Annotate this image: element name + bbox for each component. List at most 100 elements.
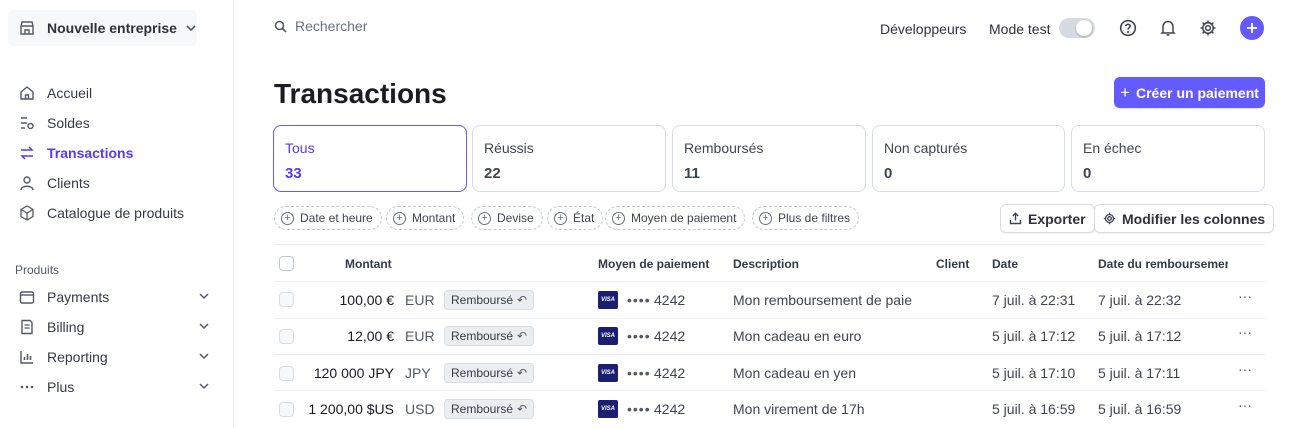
visa-card-icon: VISA bbox=[598, 327, 618, 345]
filter-chip-date[interactable]: + Date et heure bbox=[274, 206, 382, 230]
store-icon bbox=[18, 19, 36, 37]
sidebar-item-label: Soldes bbox=[47, 115, 90, 131]
row-more-icon[interactable]: ··· bbox=[1238, 397, 1252, 413]
test-mode-label: Mode test bbox=[989, 21, 1051, 37]
row-checkbox[interactable] bbox=[279, 366, 294, 381]
column-header-payment-method[interactable]: Moyen de paiement bbox=[598, 257, 709, 271]
sidebar-item-transactions[interactable]: Transactions bbox=[18, 142, 133, 164]
filter-card-failed[interactable]: En échec 0 bbox=[1071, 125, 1265, 192]
chevron-down-icon bbox=[198, 349, 210, 365]
row-description: Mon cadeau en yen bbox=[733, 365, 856, 381]
filter-chip-amount[interactable]: + Montant bbox=[386, 206, 465, 230]
sidebar-item-clients[interactable]: Clients bbox=[18, 172, 90, 194]
row-date: 5 juil. à 17:10 bbox=[992, 365, 1076, 381]
plus-circle-icon: + bbox=[554, 211, 567, 225]
sidebar-item-plus[interactable]: Plus bbox=[18, 376, 218, 398]
row-description: Mon cadeau en euro bbox=[733, 328, 862, 344]
filter-card-succeeded[interactable]: Réussis 22 bbox=[472, 125, 666, 192]
table-top-border bbox=[274, 244, 1265, 245]
chevron-down-icon bbox=[185, 22, 197, 34]
filter-card-all[interactable]: Tous 33 bbox=[273, 125, 467, 192]
chip-label: Date et heure bbox=[300, 211, 373, 225]
card-mask: •••• bbox=[627, 328, 651, 344]
sidebar-item-billing[interactable]: Billing bbox=[18, 316, 218, 338]
row-currency: EUR bbox=[405, 328, 435, 344]
filter-card-refunded[interactable]: Remboursés 11 bbox=[672, 125, 866, 192]
filter-label: Remboursés bbox=[684, 140, 764, 156]
bell-icon[interactable] bbox=[1157, 17, 1179, 39]
filter-chip-payment-method[interactable]: + Moyen de paiement bbox=[605, 206, 746, 230]
row-more-icon[interactable]: ··· bbox=[1238, 288, 1252, 304]
select-all-checkbox[interactable] bbox=[279, 256, 294, 271]
chip-label: Moyen de paiement bbox=[631, 211, 737, 225]
row-checkbox[interactable] bbox=[279, 402, 294, 417]
invoice-icon bbox=[18, 318, 36, 336]
chip-label: Devise bbox=[497, 211, 534, 225]
filter-card-uncaptured[interactable]: Non capturés 0 bbox=[872, 125, 1065, 192]
person-icon bbox=[18, 174, 36, 192]
return-arrow-icon: ↶ bbox=[517, 366, 528, 380]
visa-card-icon: VISA bbox=[598, 291, 618, 309]
row-checkbox[interactable] bbox=[279, 292, 294, 307]
row-refund-date: 5 juil. à 16:59 bbox=[1098, 401, 1182, 417]
search-input[interactable]: Rechercher bbox=[274, 18, 367, 34]
sidebar-item-label: Plus bbox=[47, 379, 75, 395]
column-header-amount[interactable]: Montant bbox=[345, 257, 392, 271]
sidebar: Nouvelle entreprise Accueil Soldes Trans… bbox=[0, 0, 234, 428]
export-button[interactable]: Exporter bbox=[1000, 204, 1095, 233]
sidebar-item-reporting[interactable]: Reporting bbox=[18, 346, 218, 368]
card-last4: 4242 bbox=[654, 365, 686, 381]
filter-label: Réussis bbox=[484, 140, 534, 156]
card-last4: 4242 bbox=[654, 328, 686, 344]
plus-circle-icon: + bbox=[759, 211, 772, 225]
row-amount: 12,00 € bbox=[347, 328, 394, 344]
column-header-date[interactable]: Date bbox=[992, 257, 1018, 271]
create-payment-button[interactable]: + Créer un paiement bbox=[1114, 77, 1265, 108]
balances-icon bbox=[18, 114, 36, 132]
chevron-down-icon bbox=[198, 289, 210, 305]
row-more-icon[interactable]: ··· bbox=[1238, 324, 1252, 340]
create-new-button[interactable] bbox=[1240, 16, 1264, 40]
filter-chip-more[interactable]: + Plus de filtres bbox=[752, 206, 860, 230]
sidebar-item-catalogue[interactable]: Catalogue de produits bbox=[18, 202, 184, 224]
row-description: Mon virement de 17h bbox=[733, 401, 865, 417]
sidebar-section-label: Produits bbox=[15, 263, 60, 277]
chip-label: Montant bbox=[412, 211, 456, 225]
column-header-refund-date[interactable]: Date du remboursemer bbox=[1098, 257, 1228, 271]
chart-icon bbox=[18, 348, 36, 366]
status-label: Remboursé bbox=[451, 293, 514, 307]
return-arrow-icon: ↶ bbox=[517, 329, 528, 343]
card-mask: •••• bbox=[627, 401, 651, 417]
sidebar-item-accueil[interactable]: Accueil bbox=[18, 82, 92, 104]
test-mode-toggle[interactable] bbox=[1059, 18, 1095, 38]
column-header-description[interactable]: Description bbox=[733, 257, 799, 271]
account-switcher[interactable]: Nouvelle entreprise bbox=[8, 10, 197, 46]
plus-circle-icon: + bbox=[612, 211, 625, 225]
row-date: 5 juil. à 16:59 bbox=[992, 401, 1076, 417]
card-last4: 4242 bbox=[654, 292, 686, 308]
row-refund-date: 5 juil. à 17:11 bbox=[1098, 365, 1181, 381]
filter-count: 0 bbox=[1083, 165, 1092, 182]
status-badge: Remboursé ↶ bbox=[444, 399, 535, 419]
sidebar-item-soldes[interactable]: Soldes bbox=[18, 112, 90, 134]
sidebar-item-payments[interactable]: Payments bbox=[18, 286, 218, 308]
row-refund-date: 5 juil. à 17:12 bbox=[1098, 328, 1182, 344]
row-more-icon[interactable]: ··· bbox=[1238, 361, 1252, 377]
sidebar-item-label: Catalogue de produits bbox=[47, 205, 184, 221]
gear-icon bbox=[1103, 212, 1116, 225]
plus-circle-icon: + bbox=[281, 211, 294, 225]
row-currency: JPY bbox=[405, 365, 431, 381]
filter-count: 22 bbox=[484, 165, 501, 182]
export-icon bbox=[1009, 212, 1022, 225]
gear-icon[interactable] bbox=[1197, 17, 1219, 39]
help-icon[interactable] bbox=[1117, 17, 1139, 39]
filter-chip-status[interactable]: + État bbox=[547, 206, 604, 230]
developers-link[interactable]: Développeurs bbox=[880, 16, 966, 42]
column-header-client[interactable]: Client bbox=[936, 257, 969, 271]
row-checkbox[interactable] bbox=[279, 329, 294, 344]
more-icon bbox=[18, 378, 36, 396]
visa-card-icon: VISA bbox=[598, 364, 618, 382]
filter-chip-currency[interactable]: + Devise bbox=[471, 206, 543, 230]
sidebar-item-label: Transactions bbox=[47, 145, 134, 161]
edit-columns-button[interactable]: Modifier les colonnes bbox=[1094, 204, 1275, 233]
